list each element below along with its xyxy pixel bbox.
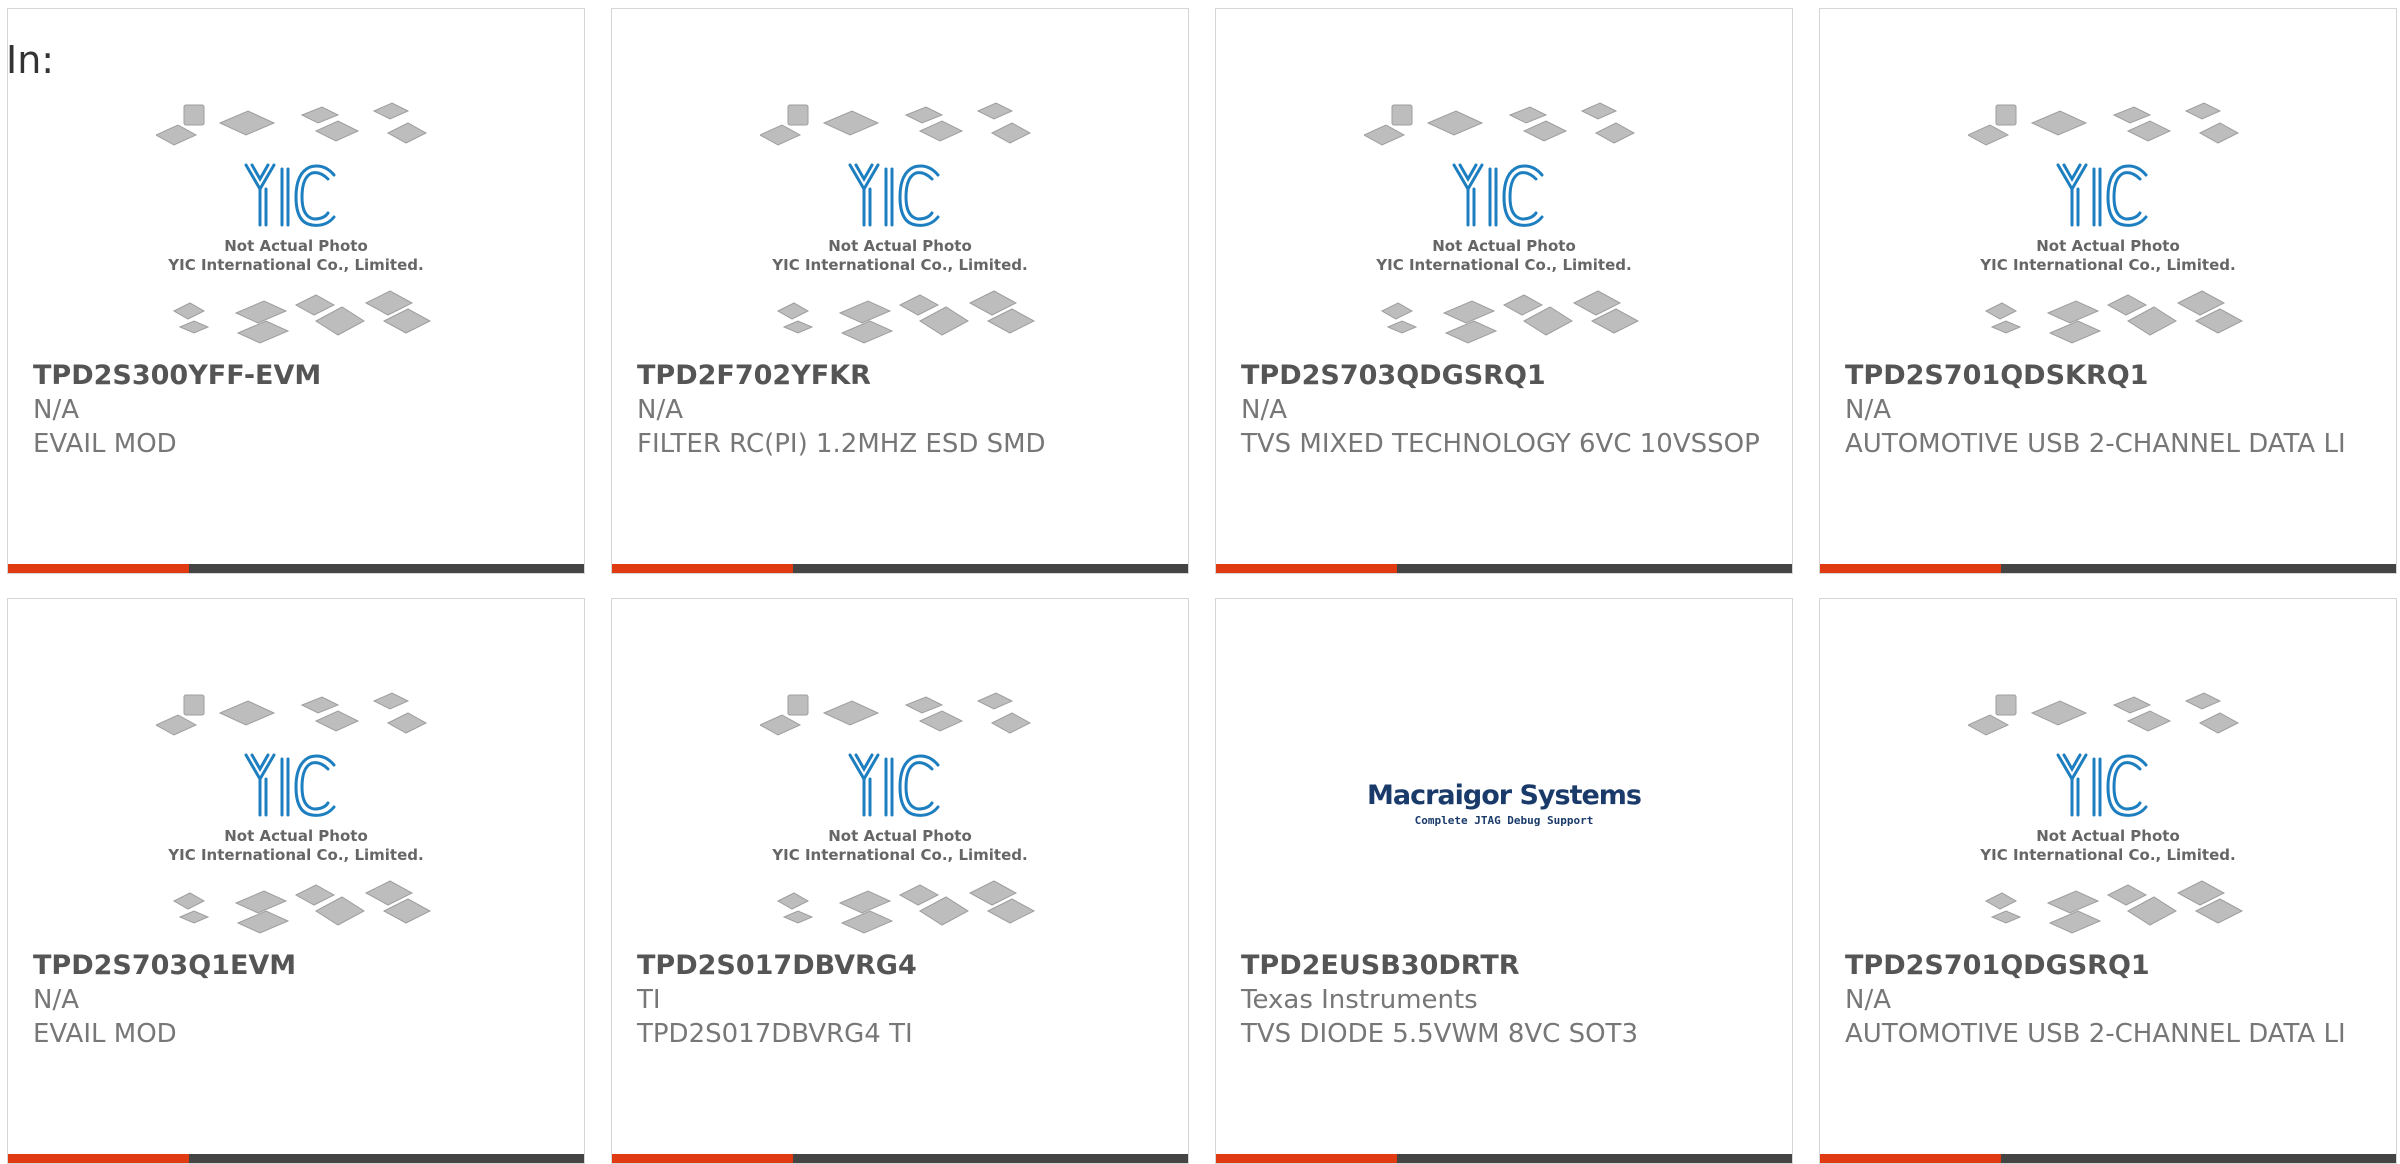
card-accent-bar: [8, 564, 584, 573]
product-placeholder-image: Not Actual Photo YIC International Co., …: [760, 102, 1036, 344]
product-part-number[interactable]: TPD2S300YFF-EVM: [33, 359, 564, 393]
product-placeholder-image: Not Actual Photo YIC International Co., …: [760, 692, 1036, 934]
product-part-number[interactable]: TPD2S703Q1EVM: [33, 949, 564, 983]
product-placeholder-image: Not Actual Photo YIC International Co., …: [156, 692, 432, 934]
product-card[interactable]: Not Actual Photo YIC International Co., …: [1215, 8, 1793, 574]
product-info: TPD2S701QDGSRQ1 N/A AUTOMOTIVE USB 2-CHANN…: [1845, 949, 2376, 1051]
product-description: TPD2S017DBVRG4 TI: [637, 1019, 913, 1049]
card-accent-segment: [1216, 564, 1398, 573]
product-description: AUTOMOTIVE USB 2-CHANNEL DATA LI: [1845, 429, 2346, 459]
product-card[interactable]: Not Actual Photo YIC International Co., …: [611, 598, 1189, 1164]
placeholder-caption-2: YIC International Co., Limited.: [1979, 256, 2235, 274]
placeholder-caption-1: Not Actual Photo: [1432, 237, 1576, 255]
product-image[interactable]: Not Actual Photo YIC International Co., …: [1820, 99, 2396, 349]
product-card[interactable]: Not Actual Photo YIC International Co., …: [7, 598, 585, 1164]
placeholder-caption-2: YIC International Co., Limited.: [771, 256, 1027, 274]
product-manufacturer: N/A: [33, 395, 79, 425]
product-manufacturer: N/A: [33, 985, 79, 1015]
product-image[interactable]: Not Actual Photo YIC International Co., …: [612, 99, 1188, 349]
product-image[interactable]: Not Actual Photo YIC International Co., …: [8, 689, 584, 939]
placeholder-caption-2: YIC International Co., Limited.: [771, 846, 1027, 864]
placeholder-caption-1: Not Actual Photo: [224, 827, 368, 845]
product-manufacturer: N/A: [1845, 395, 1891, 425]
card-accent-segment: [1820, 1154, 2002, 1163]
card-accent-bar: [1216, 564, 1792, 573]
product-info: TPD2S701QDSKRQ1 N/A AUTOMOTIVE USB 2-CHANN…: [1845, 359, 2376, 461]
product-info: TPD2S300YFF-EVM N/A EVAIL MOD: [33, 359, 564, 461]
product-image[interactable]: Not Actual Photo YIC International Co., …: [1820, 689, 2396, 939]
product-card[interactable]: Macraigor Systems Complete JTAG Debug Su…: [1215, 598, 1793, 1164]
placeholder-caption-2: YIC International Co., Limited.: [1375, 256, 1631, 274]
product-placeholder-image: Not Actual Photo YIC International Co., …: [156, 102, 432, 344]
card-accent-bar: [1820, 1154, 2396, 1163]
placeholder-caption-1: Not Actual Photo: [2036, 827, 2180, 845]
product-description: AUTOMOTIVE USB 2-CHANNEL DATA LI: [1845, 1019, 2346, 1049]
placeholder-caption-1: Not Actual Photo: [828, 827, 972, 845]
product-info: TPD2S703Q1EVM N/A EVAIL MOD: [33, 949, 564, 1051]
product-part-number[interactable]: TPD2S017DBVRG4: [637, 949, 1168, 983]
product-manufacturer: N/A: [1241, 395, 1287, 425]
product-manufacturer: N/A: [1845, 985, 1891, 1015]
card-accent-segment: [1216, 1154, 1398, 1163]
product-placeholder-image: Not Actual Photo YIC International Co., …: [1968, 102, 2244, 344]
placeholder-caption-2: YIC International Co., Limited.: [167, 846, 423, 864]
card-accent-bar: [8, 1154, 584, 1163]
placeholder-caption-2: YIC International Co., Limited.: [167, 256, 423, 274]
in-label: In:: [6, 38, 55, 82]
placeholder-caption-1: Not Actual Photo: [2036, 237, 2180, 255]
macraigor-logo-image: Macraigor Systems Complete JTAG Debug Su…: [1367, 780, 1642, 827]
product-description: FILTER RC(PI) 1.2MHZ ESD SMD: [637, 429, 1046, 459]
product-image[interactable]: Macraigor Systems Complete JTAG Debug Su…: [1216, 689, 1792, 939]
product-info: TPD2EUSB30DRTR Texas Instruments TVS DIODE…: [1241, 949, 1772, 1051]
product-info: TPD2S017DBVRG4 TI TPD2S017DBVRG4 TI: [637, 949, 1168, 1051]
product-part-number[interactable]: TPD2S701QDGSRQ1: [1845, 949, 2376, 983]
card-accent-bar: [612, 564, 1188, 573]
product-manufacturer: TI: [637, 985, 661, 1015]
product-placeholder-image: Not Actual Photo YIC International Co., …: [1968, 692, 2244, 934]
placeholder-caption-1: Not Actual Photo: [828, 237, 972, 255]
card-accent-segment: [612, 564, 794, 573]
product-card[interactable]: Not Actual Photo YIC International Co., …: [611, 8, 1189, 574]
product-image[interactable]: Not Actual Photo YIC International Co., …: [1216, 99, 1792, 349]
product-part-number[interactable]: TPD2S703QDGSRQ1: [1241, 359, 1772, 393]
product-description: EVAIL MOD: [33, 429, 177, 459]
card-accent-segment: [612, 1154, 794, 1163]
card-accent-segment: [8, 1154, 190, 1163]
product-description: EVAIL MOD: [33, 1019, 177, 1049]
product-image[interactable]: Not Actual Photo YIC International Co., …: [612, 689, 1188, 939]
placeholder-caption-2: YIC International Co., Limited.: [1979, 846, 2235, 864]
product-image[interactable]: Not Actual Photo YIC International Co., …: [8, 99, 584, 349]
product-part-number[interactable]: TPD2F702YFKR: [637, 359, 1168, 393]
product-part-number[interactable]: TPD2EUSB30DRTR: [1241, 949, 1772, 983]
card-accent-segment: [8, 564, 190, 573]
card-accent-bar: [612, 1154, 1188, 1163]
brand-title: Macraigor Systems: [1367, 780, 1641, 811]
placeholder-caption-1: Not Actual Photo: [224, 237, 368, 255]
card-accent-bar: [1216, 1154, 1792, 1163]
product-manufacturer: Texas Instruments: [1241, 985, 1478, 1015]
product-description: TVS DIODE 5.5VWM 8VC SOT3: [1241, 1019, 1638, 1049]
product-info: TPD2F702YFKR N/A FILTER RC(PI) 1.2MHZ ESD …: [637, 359, 1168, 461]
brand-subtitle: Complete JTAG Debug Support: [1415, 814, 1594, 827]
card-accent-bar: [1820, 564, 2396, 573]
product-placeholder-image: Not Actual Photo YIC International Co., …: [1364, 102, 1640, 344]
product-card[interactable]: Not Actual Photo YIC International Co., …: [1819, 598, 2397, 1164]
product-card[interactable]: Not Actual Photo YIC International Co., …: [7, 8, 585, 574]
product-manufacturer: N/A: [637, 395, 683, 425]
product-info: TPD2S703QDGSRQ1 N/A TVS MIXED TECHNOLOGY 6…: [1241, 359, 1772, 461]
product-card[interactable]: Not Actual Photo YIC International Co., …: [1819, 8, 2397, 574]
card-accent-segment: [1820, 564, 2002, 573]
product-part-number[interactable]: TPD2S701QDSKRQ1: [1845, 359, 2376, 393]
product-description: TVS MIXED TECHNOLOGY 6VC 10VSSOP: [1241, 429, 1760, 459]
